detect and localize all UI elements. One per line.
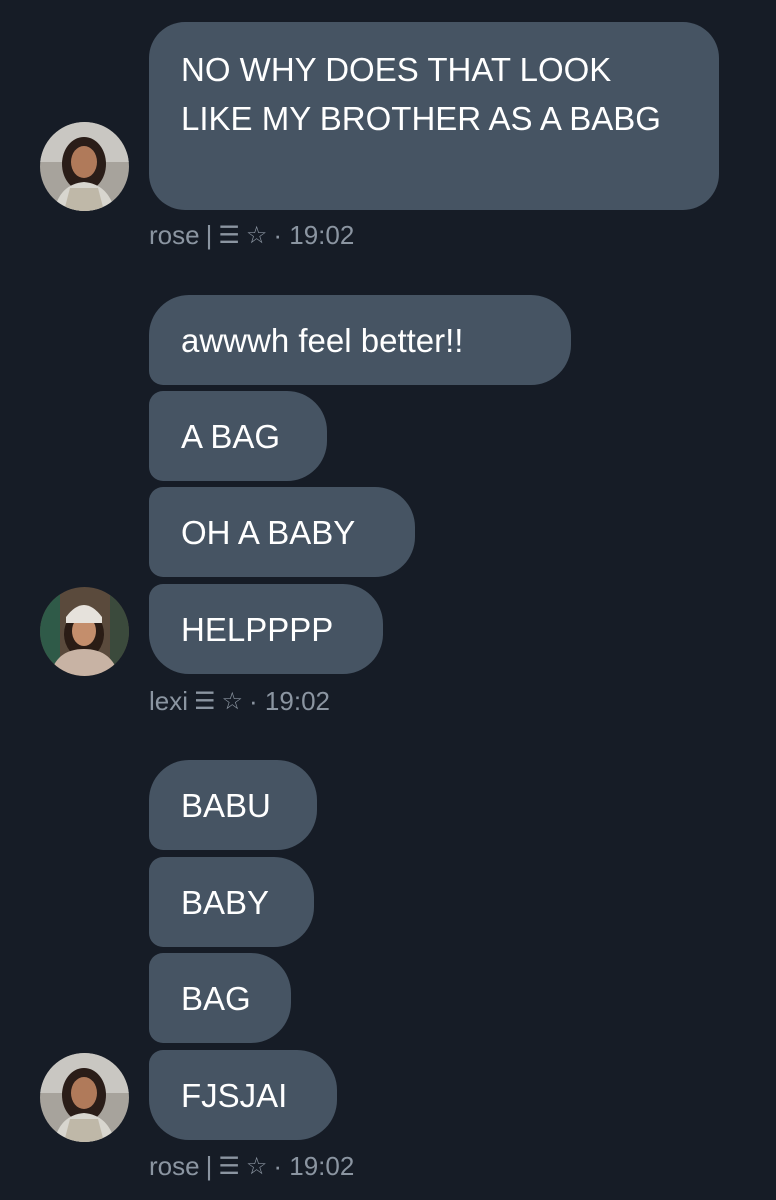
message-text: OH A BABY: [181, 513, 356, 551]
message-text: FJSJAI: [181, 1076, 288, 1114]
message-bubble[interactable]: BAG: [149, 953, 291, 1043]
star-outline-icon[interactable]: ☆: [246, 1152, 268, 1181]
avatar-image: [40, 122, 129, 211]
star-outline-icon[interactable]: ☆: [246, 221, 268, 250]
timestamp: · 19:02: [249, 686, 330, 716]
message-meta: rose | ☰ ☆ · 19:02: [149, 220, 354, 251]
separator: |: [205, 220, 213, 250]
avatar-rose[interactable]: [40, 122, 129, 211]
message-bubble[interactable]: BABU: [149, 760, 317, 850]
message-bubble[interactable]: BABY: [149, 857, 314, 947]
message-bubble[interactable]: HELPPPP: [149, 584, 383, 674]
avatar-rose[interactable]: [40, 1053, 129, 1142]
message-bubble[interactable]: A BAG: [149, 391, 327, 481]
message-bubble[interactable]: OH A BABY: [149, 487, 415, 577]
star-outline-icon[interactable]: ☆: [222, 687, 244, 716]
avatar-image: [40, 587, 129, 676]
sender-name[interactable]: rose: [149, 1151, 200, 1182]
message-text: NO WHY DOES THAT LOOK LIKE MY BROTHER AS…: [181, 51, 661, 137]
message-meta: rose | ☰ ☆ · 19:02: [149, 1151, 354, 1182]
sender-name[interactable]: rose: [149, 220, 200, 251]
timestamp: · 19:02: [273, 220, 355, 250]
timestamp: · 19:02: [273, 1151, 355, 1181]
menu-lines-icon: ☰: [218, 222, 240, 249]
message-text: A BAG: [181, 417, 281, 455]
message-bubble[interactable]: FJSJAI: [149, 1050, 337, 1140]
avatar-lexi[interactable]: [40, 587, 129, 676]
message-meta: lexi ☰ ☆ · 19:02: [149, 686, 330, 717]
message-bubble[interactable]: NO WHY DOES THAT LOOK LIKE MY BROTHER AS…: [149, 22, 719, 210]
message-text: BAG: [181, 979, 251, 1017]
menu-lines-icon: ☰: [194, 688, 216, 715]
separator: |: [205, 1151, 213, 1181]
message-text: BABU: [181, 786, 271, 824]
sender-name[interactable]: lexi: [149, 686, 188, 717]
message-bubble[interactable]: awwwh feel better!!: [149, 295, 571, 385]
message-text: awwwh feel better!!: [181, 321, 464, 359]
menu-lines-icon: ☰: [218, 1153, 240, 1180]
message-text: BABY: [181, 883, 270, 921]
message-text: HELPPPP: [181, 610, 334, 648]
avatar-image: [40, 1053, 129, 1142]
